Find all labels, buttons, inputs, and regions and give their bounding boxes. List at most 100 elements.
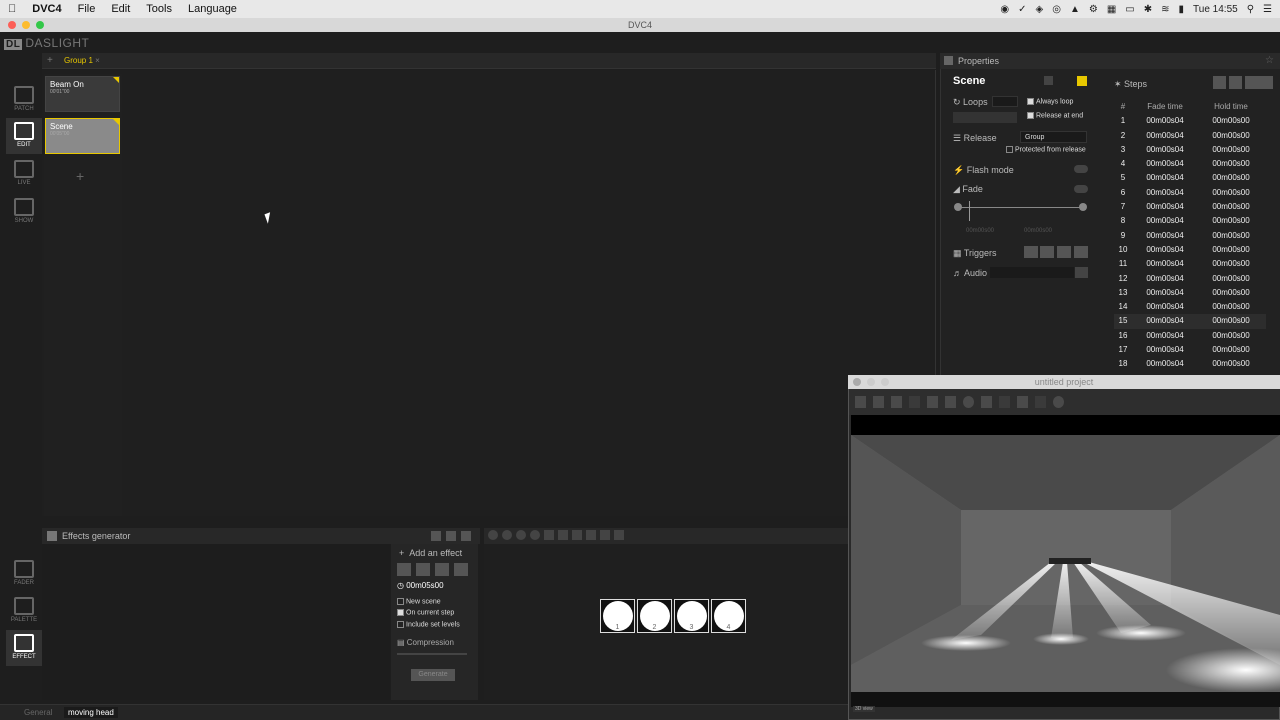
grid-icon[interactable]: ▦	[1107, 4, 1116, 15]
step-row[interactable]: 8 00m00s04 00m00s00	[1114, 214, 1266, 228]
cube-icon[interactable]	[981, 396, 992, 408]
move-icon[interactable]	[416, 563, 430, 576]
step-row[interactable]: 17 00m00s04 00m00s00	[1114, 343, 1266, 357]
step-row[interactable]: 5 00m00s04 00m00s00	[1114, 171, 1266, 185]
pointer-icon[interactable]	[999, 396, 1010, 408]
minimize-window-button[interactable]	[867, 378, 875, 386]
help-icon[interactable]	[1053, 396, 1064, 408]
gobo-icon[interactable]	[435, 563, 449, 576]
on-current-step-checkbox[interactable]: On current step	[397, 609, 472, 617]
align-tool-icon[interactable]	[586, 530, 596, 540]
release-at-end-checkbox[interactable]: Release at end	[1027, 112, 1083, 119]
light-icon[interactable]	[1035, 396, 1046, 408]
minimize-window-button[interactable]	[22, 21, 30, 29]
color-wheel-icon[interactable]	[454, 563, 468, 576]
new-file-icon[interactable]	[855, 396, 866, 408]
mode-patch-button[interactable]: PATCH	[6, 82, 42, 118]
airplay-icon[interactable]: ▭	[1125, 4, 1134, 15]
step-row[interactable]: 6 00m00s04 00m00s00	[1114, 186, 1266, 200]
step-row[interactable]: 3 00m00s04 00m00s00	[1114, 143, 1266, 157]
mode-palette-button[interactable]: PALETTE	[6, 593, 42, 629]
clear-icon[interactable]	[1044, 76, 1053, 85]
clock[interactable]: Tue 14:55	[1193, 4, 1238, 15]
step-row[interactable]: 9 00m00s04 00m00s00	[1114, 229, 1266, 243]
folder-icon[interactable]	[461, 531, 471, 541]
close-tab-icon[interactable]: ×	[95, 56, 100, 65]
step-row[interactable]: 10 00m00s04 00m00s00	[1114, 243, 1266, 257]
fixture-icon[interactable]	[1017, 396, 1028, 408]
settings-icon[interactable]: ⚙	[1089, 4, 1098, 15]
trigger-calendar-icon[interactable]	[1040, 246, 1054, 258]
open-effect-icon[interactable]	[431, 531, 441, 541]
select-tool-icon[interactable]	[558, 530, 568, 540]
include-set-levels-checkbox[interactable]: Include set levels	[397, 620, 472, 628]
mode-edit-button[interactable]: EDIT	[6, 118, 42, 154]
step-row[interactable]: 12 00m00s04 00m00s00	[1114, 272, 1266, 286]
trigger-keyboard-icon[interactable]	[1024, 246, 1038, 258]
loops-stepper[interactable]	[992, 96, 1018, 107]
flash-mode-toggle[interactable]	[1074, 165, 1088, 173]
always-loop-checkbox[interactable]: Always loop	[1027, 98, 1073, 105]
new-scene-checkbox[interactable]: New scene	[397, 598, 472, 605]
step-timer-button[interactable]	[1229, 76, 1242, 89]
mode-show-button[interactable]: SHOW	[6, 194, 42, 230]
scene-card-beam-on[interactable]: Beam On 00'01"00	[45, 76, 120, 112]
save-icon[interactable]	[891, 396, 902, 408]
move-tool-icon[interactable]	[544, 530, 554, 540]
fixture-1[interactable]: 1	[600, 599, 635, 633]
add-effect-button[interactable]: + Add an effect	[399, 548, 472, 558]
trigger-midi-icon[interactable]	[1074, 246, 1088, 258]
fade-toggle[interactable]	[1074, 185, 1088, 193]
grid-tool-icon[interactable]	[572, 530, 582, 540]
step-row[interactable]: 16 00m00s04 00m00s00	[1114, 329, 1266, 343]
close-window-button[interactable]	[8, 21, 16, 29]
step-row[interactable]: 11 00m00s04 00m00s00	[1114, 257, 1266, 271]
protected-checkbox[interactable]: Protected from release	[1006, 146, 1086, 153]
menu-app-name[interactable]: DVC4	[24, 0, 69, 18]
save-effect-icon[interactable]	[446, 531, 456, 541]
step-row[interactable]: 14 00m00s04 00m00s00	[1114, 300, 1266, 314]
step-row[interactable]: 15 00m00s04 00m00s00	[1114, 314, 1266, 329]
fit-icon[interactable]	[530, 530, 540, 540]
effects-canvas[interactable]	[42, 544, 390, 700]
search-icon[interactable]: ⚲	[1247, 4, 1254, 15]
menu-edit[interactable]: Edit	[103, 0, 138, 18]
layout-icon[interactable]	[927, 396, 938, 408]
sine-wave-icon[interactable]	[397, 563, 411, 576]
check-icon[interactable]: ✓	[1018, 4, 1026, 15]
audio-file-field[interactable]	[990, 267, 1074, 278]
export-icon[interactable]	[909, 396, 920, 408]
rotate-icon[interactable]	[516, 530, 526, 540]
drive-icon[interactable]: ▲	[1070, 4, 1080, 15]
compression-slider[interactable]	[397, 653, 467, 656]
step-row[interactable]: 18 00m00s04 00m00s00	[1114, 357, 1266, 371]
stage-icon[interactable]	[945, 396, 956, 408]
zoom-in-icon[interactable]	[488, 530, 498, 540]
menu-file[interactable]: File	[70, 0, 104, 18]
add-tab-icon[interactable]: +	[47, 55, 53, 67]
step-row[interactable]: 4 00m00s04 00m00s00	[1114, 157, 1266, 171]
gear-icon[interactable]	[963, 396, 974, 408]
mode-live-button[interactable]: LIVE	[6, 156, 42, 192]
close-window-button[interactable]	[853, 378, 861, 386]
battery-icon[interactable]: ▮	[1179, 4, 1185, 15]
distribute-tool-icon[interactable]	[600, 530, 610, 540]
step-row[interactable]: 13 00m00s04 00m00s00	[1114, 286, 1266, 300]
fade-end-handle[interactable]	[1079, 203, 1087, 211]
3d-stage-render[interactable]	[851, 435, 1280, 692]
wifi-icon[interactable]: ≋	[1161, 4, 1169, 15]
menu-tools[interactable]: Tools	[138, 0, 180, 18]
fixture-3[interactable]: 3	[674, 599, 709, 633]
release-dropdown[interactable]: Group	[1020, 131, 1087, 143]
zoom-window-button[interactable]	[881, 378, 889, 386]
scene-grid[interactable]	[42, 70, 936, 516]
dropbox-icon[interactable]: ◈	[1036, 4, 1044, 15]
scene-color-swatch[interactable]	[1077, 76, 1087, 86]
generate-button[interactable]: Generate	[411, 669, 455, 682]
star-icon[interactable]: ☆	[1265, 55, 1274, 66]
fade-start-handle[interactable]	[954, 203, 962, 211]
bluetooth-icon[interactable]: ✱	[1144, 4, 1152, 15]
apple-icon[interactable]: 	[0, 0, 24, 18]
add-scene-button[interactable]: +	[76, 168, 84, 184]
zoom-out-icon[interactable]	[502, 530, 512, 540]
